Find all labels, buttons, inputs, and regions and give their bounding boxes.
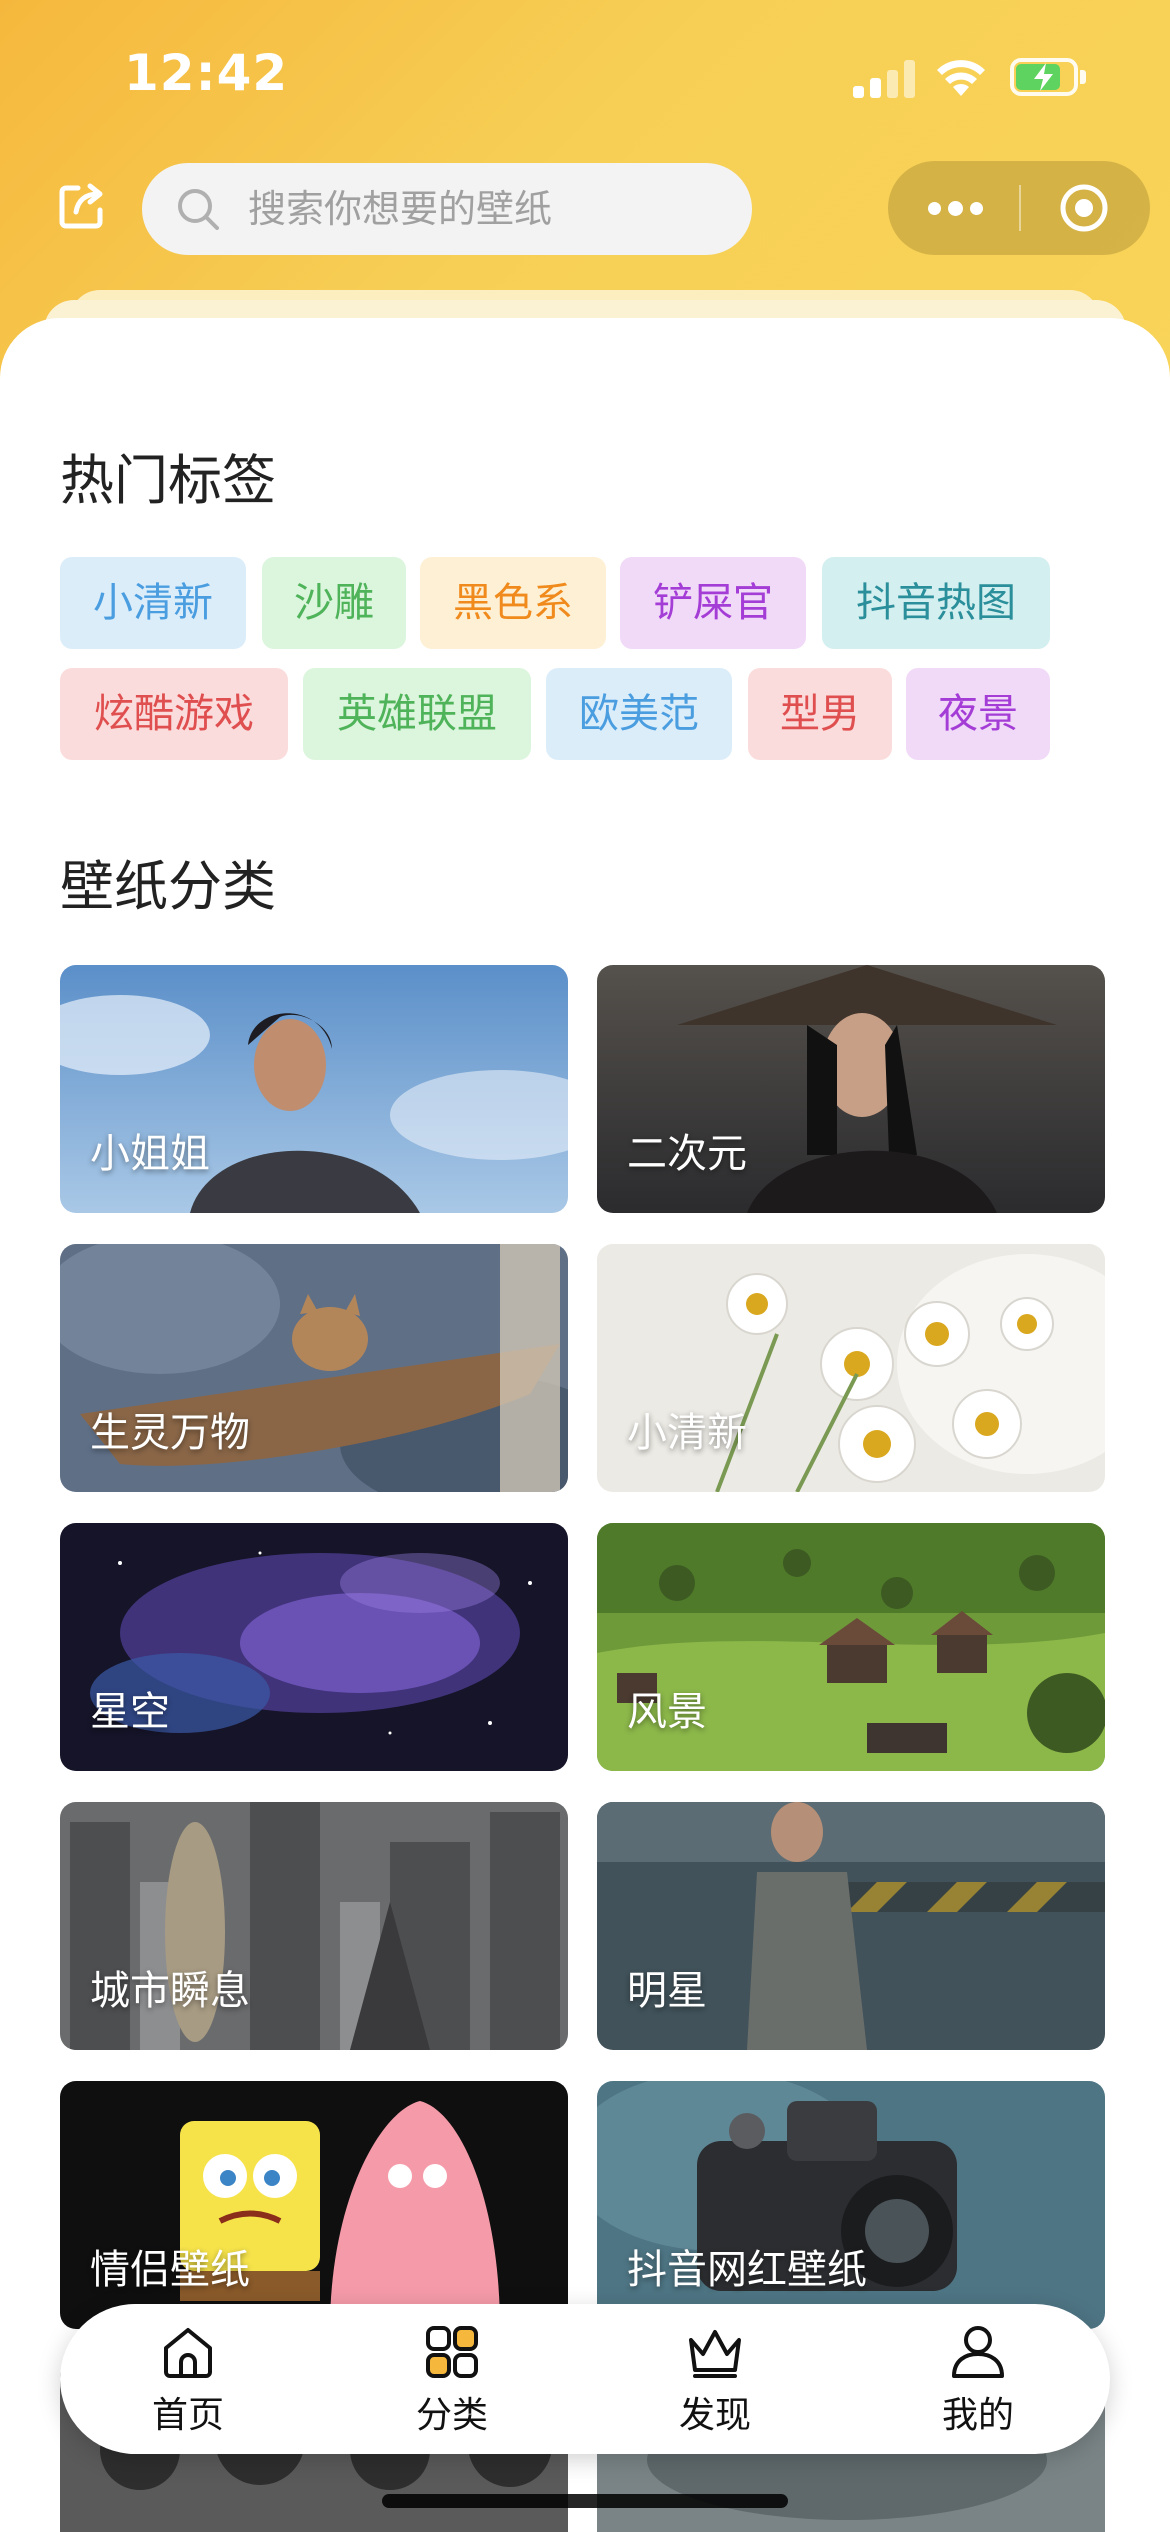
category-label: 小清新: [627, 1410, 747, 1456]
crown-icon: [689, 2330, 741, 2378]
category-label: 城市瞬息: [90, 1968, 250, 2014]
category-label: 生灵万物: [90, 1410, 250, 1456]
tab-home[interactable]: 首页: [118, 2322, 258, 2440]
tag-9[interactable]: 夜景: [906, 668, 1050, 760]
tab-label: 发现: [678, 2395, 751, 2436]
categories-title: 壁纸分类: [60, 855, 276, 918]
category-card-9[interactable]: 抖音网红壁纸: [597, 2081, 1105, 2329]
wifi-icon: [937, 60, 985, 96]
category-label: 明星: [627, 1968, 707, 2014]
tab-discover[interactable]: 发现: [645, 2322, 785, 2440]
category-label: 情侣壁纸: [90, 2247, 250, 2293]
status-time: 12:42: [124, 44, 289, 102]
bottom-tab-bar: 首页 分类 发现 我的: [60, 2304, 1110, 2454]
wallpaper-app-screen: 12:42 搜索你想要的壁纸 热门标签 小清新 沙雕 黑色系 铲屎官 抖音热图 …: [0, 0, 1170, 2532]
tag-7[interactable]: 欧美范: [546, 668, 732, 760]
tag-6[interactable]: 英雄联盟: [303, 668, 531, 760]
category-card-3[interactable]: 小清新: [597, 1244, 1105, 1492]
more-icon[interactable]: [888, 161, 1019, 255]
tag-2[interactable]: 黑色系: [420, 557, 606, 649]
status-bar: 12:42: [0, 0, 1170, 150]
tab-label: 我的: [941, 2395, 1014, 2436]
category-card-8[interactable]: 情侣壁纸: [60, 2081, 568, 2329]
category-card-1[interactable]: 二次元: [597, 965, 1105, 1213]
category-label: 星空: [90, 1689, 170, 1735]
mini-program-capsule: [888, 161, 1150, 255]
tab-profile[interactable]: 我的: [908, 2322, 1048, 2440]
category-card-0[interactable]: 小姐姐: [60, 965, 568, 1213]
category-card-6[interactable]: 城市瞬息: [60, 1802, 568, 2050]
hot-tags-title: 热门标签: [60, 449, 276, 512]
tag-1[interactable]: 沙雕: [262, 557, 406, 649]
battery-icon: [1010, 58, 1086, 96]
category-card-5[interactable]: 风景: [597, 1523, 1105, 1771]
tag-8[interactable]: 型男: [748, 668, 892, 760]
home-icon: [164, 2328, 212, 2378]
close-target-icon[interactable]: [1058, 182, 1110, 234]
tag-3[interactable]: 铲屎官: [620, 557, 806, 649]
tab-label: 首页: [151, 2395, 224, 2436]
search-icon: [178, 189, 219, 230]
search-input[interactable]: 搜索你想要的壁纸: [142, 163, 752, 255]
tag-0[interactable]: 小清新: [60, 557, 246, 649]
cellular-signal-icon: [853, 58, 915, 98]
category-label: 抖音网红壁纸: [627, 2247, 867, 2293]
category-card-7[interactable]: 明星: [597, 1802, 1105, 2050]
tag-5[interactable]: 炫酷游戏: [60, 668, 288, 760]
home-indicator: [382, 2494, 788, 2508]
tag-4[interactable]: 抖音热图: [822, 557, 1050, 649]
category-card-4[interactable]: 星空: [60, 1523, 568, 1771]
share-icon[interactable]: [56, 180, 108, 232]
tab-label: 分类: [415, 2395, 488, 2436]
grid-icon: [426, 2326, 478, 2378]
tab-category[interactable]: 分类: [382, 2322, 522, 2440]
capsule-divider: [1019, 185, 1021, 231]
category-label: 小姐姐: [90, 1131, 210, 1177]
category-label: 二次元: [627, 1131, 747, 1177]
search-placeholder: 搜索你想要的壁纸: [248, 187, 553, 231]
user-icon: [952, 2326, 1004, 2378]
category-label: 风景: [627, 1689, 707, 1735]
category-card-2[interactable]: 生灵万物: [60, 1244, 568, 1492]
